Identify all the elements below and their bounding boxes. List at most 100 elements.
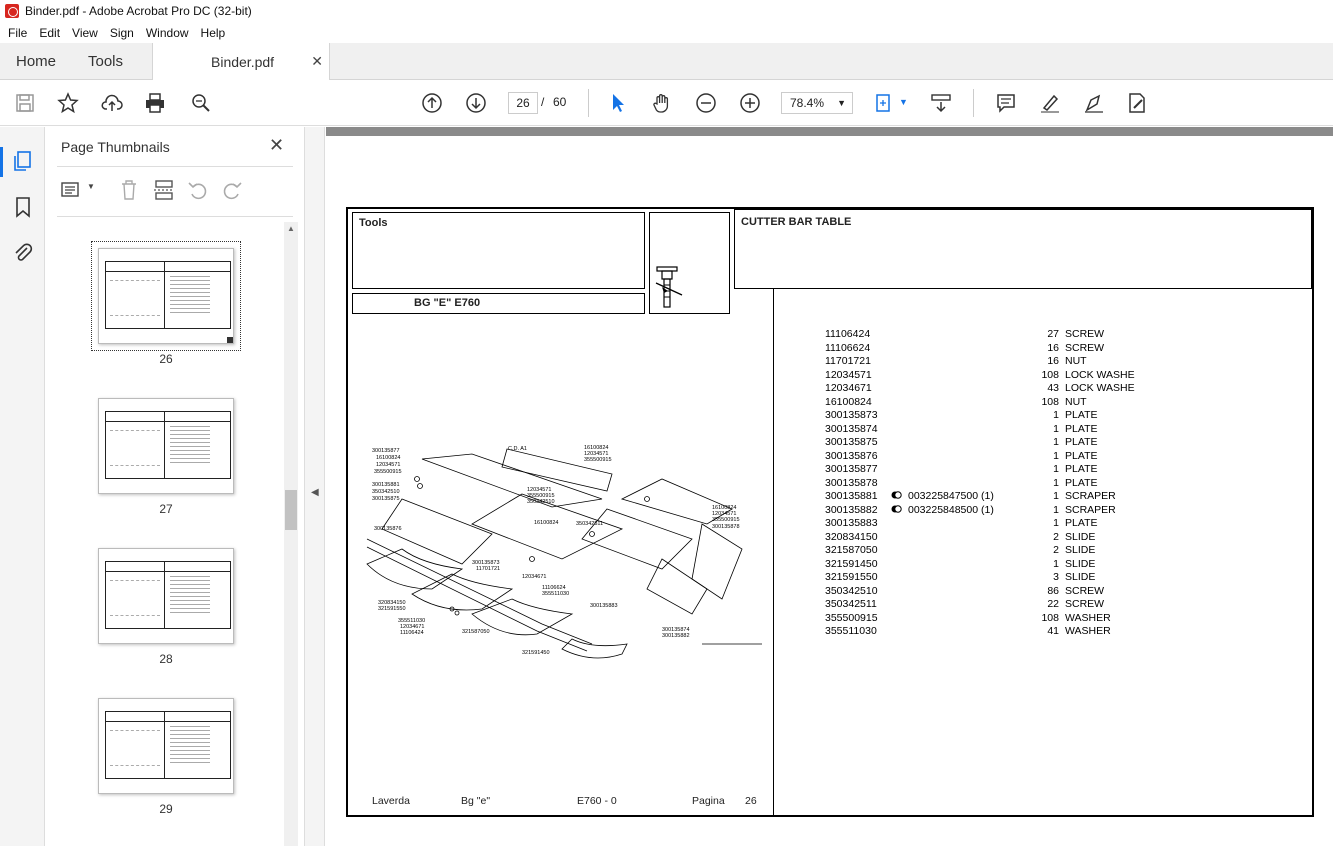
part-description: SLIDE xyxy=(1065,557,1096,570)
thumbnail-resize-handle[interactable] xyxy=(227,337,233,343)
diagram-label: 300135877 xyxy=(372,448,400,454)
sign-pen-icon[interactable] xyxy=(1083,92,1105,114)
delete-page-icon[interactable] xyxy=(119,179,139,201)
part-description: PLATE xyxy=(1065,409,1098,421)
thumbnail-page[interactable] xyxy=(98,698,234,794)
window-title: Binder.pdf - Adobe Acrobat Pro DC (32-bi… xyxy=(25,4,252,18)
tab-document[interactable]: Binder.pdf ✕ xyxy=(152,43,330,81)
upload-cloud-icon[interactable] xyxy=(101,92,123,114)
menu-help[interactable]: Help xyxy=(195,26,232,40)
exploded-parts-diagram: 300135877 16100824 12034571 355500915 30… xyxy=(366,445,762,659)
diagram-label: 16100824 xyxy=(534,520,558,526)
rotate-clockwise-icon[interactable] xyxy=(221,179,243,201)
part-description: NUT xyxy=(1065,355,1087,367)
part-code: 16100824 xyxy=(825,395,872,408)
thumbnail-page[interactable] xyxy=(98,398,234,494)
part-description: WASHER xyxy=(1065,625,1111,637)
tools-box: Tools xyxy=(352,212,645,289)
part-quantity: 1 xyxy=(1053,422,1059,435)
options-dropdown-icon[interactable]: ▼ xyxy=(87,182,95,191)
tab-tools[interactable]: Tools xyxy=(88,43,123,80)
diagram-label: 12034671 xyxy=(522,574,546,580)
scroll-mode-icon[interactable] xyxy=(930,92,952,114)
diagram-label: 12034571 xyxy=(376,462,400,468)
part-description: SLIDE xyxy=(1065,571,1096,583)
diagram-label: 355500915 xyxy=(712,517,740,523)
thumbnail-page[interactable] xyxy=(98,548,234,644)
part-code: 300135877 xyxy=(825,463,878,475)
close-tab-icon[interactable]: ✕ xyxy=(311,53,323,70)
fill-sign-icon[interactable] xyxy=(1126,92,1148,114)
part-description: PLATE xyxy=(1065,463,1098,475)
tool-icon-box xyxy=(649,212,730,314)
page-number-input[interactable]: 26 xyxy=(508,92,538,114)
part-code: 11106424 xyxy=(825,328,871,340)
menu-window[interactable]: Window xyxy=(140,26,195,40)
zoom-level-select[interactable]: 78.4% ▼ xyxy=(781,92,853,114)
zoom-out-icon[interactable] xyxy=(695,92,717,114)
menu-edit[interactable]: Edit xyxy=(33,26,66,40)
collapse-panel-handle[interactable]: ◀ xyxy=(305,127,325,846)
fit-page-icon[interactable] xyxy=(874,92,896,114)
part-quantity: 16 xyxy=(1047,355,1059,367)
bookmarks-icon[interactable] xyxy=(11,195,35,219)
part-code: 355511030 xyxy=(825,625,877,637)
page-thumbnails-icon[interactable] xyxy=(11,149,35,173)
left-navigation-rail xyxy=(0,127,45,846)
hand-tool-icon[interactable] xyxy=(651,92,673,114)
collapse-arrow-icon[interactable]: ◀ xyxy=(311,487,319,498)
part-code: 300135883 xyxy=(825,517,878,529)
model-box: BG "E" E760 xyxy=(352,293,645,314)
bookmark-star-icon[interactable] xyxy=(57,92,79,114)
scroll-up-icon[interactable]: ▲ xyxy=(287,224,295,233)
tab-home[interactable]: Home xyxy=(16,43,56,80)
footer-code: E760 - 0 xyxy=(577,795,617,807)
menu-file[interactable]: File xyxy=(2,26,33,40)
close-panel-icon[interactable]: ✕ xyxy=(269,135,284,156)
thumbnail-scrollbar[interactable]: ▲ xyxy=(284,222,298,846)
comment-icon[interactable] xyxy=(995,92,1017,114)
part-quantity: 3 xyxy=(1053,571,1059,583)
diagram-label: 300135882 xyxy=(662,633,690,639)
rotate-counterclockwise-icon[interactable] xyxy=(187,179,209,201)
find-zoom-icon[interactable] xyxy=(190,92,212,114)
scrollbar-thumb[interactable] xyxy=(285,490,297,530)
diagram-label: 355500915 xyxy=(584,457,612,463)
fit-page-dropdown-icon[interactable]: ▼ xyxy=(899,97,908,107)
diagram-label: 300135878 xyxy=(712,524,740,530)
next-page-icon[interactable] xyxy=(465,92,487,114)
part-quantity: 1 xyxy=(1053,503,1059,516)
options-menu-icon[interactable] xyxy=(61,180,83,200)
part-quantity: 2 xyxy=(1053,544,1059,556)
diagram-label: 11106424 xyxy=(400,630,424,636)
zoom-in-icon[interactable] xyxy=(739,92,761,114)
pdf-page: Tools BG "E" E760 CUTTER BAR TABLE 30013… xyxy=(346,207,1314,817)
wrench-part-icon xyxy=(655,266,683,308)
title-bar: Binder.pdf - Adobe Acrobat Pro DC (32-bi… xyxy=(0,0,1333,22)
part-quantity: 1 xyxy=(1053,449,1059,462)
part-description: PLATE xyxy=(1065,517,1098,529)
part-code: 12034571 xyxy=(825,368,872,381)
extract-pages-icon[interactable] xyxy=(153,179,175,201)
highlight-pen-icon[interactable] xyxy=(1039,92,1061,114)
select-cursor-icon[interactable] xyxy=(607,92,629,114)
menu-view[interactable]: View xyxy=(66,26,104,40)
menu-sign[interactable]: Sign xyxy=(104,26,140,40)
toolbar-divider xyxy=(973,89,974,117)
thumbnail-page[interactable] xyxy=(98,248,234,344)
attachments-icon[interactable] xyxy=(11,241,35,265)
part-quantity: 1 xyxy=(1053,490,1059,502)
part-quantity: 1 xyxy=(1053,436,1059,448)
part-code: 12034671 xyxy=(825,382,872,394)
diagram-label: 321591550 xyxy=(378,606,406,612)
panel-toolbar: ▼ xyxy=(57,177,293,203)
part-description: SCREW xyxy=(1065,598,1105,610)
part-quantity: 1 xyxy=(1053,476,1059,489)
part-quantity: 41 xyxy=(1047,625,1059,637)
page-separator: / xyxy=(541,95,545,109)
document-view[interactable]: Tools BG "E" E760 CUTTER BAR TABLE 30013… xyxy=(326,127,1333,846)
previous-page-icon[interactable] xyxy=(421,92,443,114)
save-icon[interactable] xyxy=(14,92,36,114)
thumbnail-label: 27 xyxy=(159,502,173,516)
print-icon[interactable] xyxy=(144,92,166,114)
